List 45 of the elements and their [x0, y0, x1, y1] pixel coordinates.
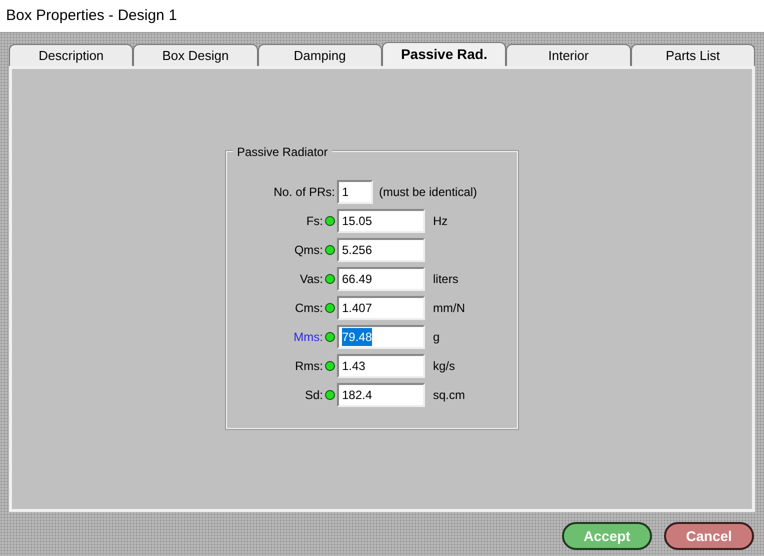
field-label: Vas:: [300, 271, 323, 288]
tab[interactable]: Passive Rad.: [382, 42, 506, 66]
field-value: 15.05: [342, 213, 372, 230]
tab[interactable]: Interior: [506, 44, 631, 66]
input-field[interactable]: 66.49: [337, 267, 425, 291]
input-field[interactable]: 1.43: [337, 354, 425, 378]
field-label: No. of PRs:: [274, 184, 335, 201]
field-value: 1: [342, 184, 349, 201]
field-label: Fs:: [306, 213, 323, 230]
window-title: Box Properties - Design 1: [6, 6, 177, 26]
field-value: 79.48: [342, 328, 372, 346]
status-led-icon: [325, 245, 335, 255]
field-label: Cms:: [295, 300, 323, 317]
tab[interactable]: Parts List: [630, 44, 755, 66]
unit-label: sq.cm: [433, 387, 466, 404]
input-field[interactable]: 5.256: [337, 238, 425, 262]
tab[interactable]: Description: [9, 44, 134, 66]
field-note: (must be identical): [379, 184, 478, 201]
field-label: Qms:: [294, 242, 323, 259]
status-led-icon: [325, 390, 335, 400]
field-value: 182.4: [342, 387, 372, 404]
field-value: 1.407: [342, 300, 372, 317]
field-value: 5.256: [342, 242, 372, 259]
unit-label: kg/s: [433, 358, 456, 375]
status-led-icon: [325, 216, 335, 226]
field-value: 1.43: [342, 358, 366, 375]
status-led-icon: [325, 332, 335, 342]
status-led-icon: [325, 361, 335, 371]
unit-label: g: [433, 329, 440, 346]
input-field[interactable]: 79.48: [337, 325, 425, 349]
field-label: Rms:: [295, 358, 323, 375]
tab[interactable]: Box Design: [133, 44, 258, 66]
field-label: Sd:: [304, 387, 323, 404]
field-value: 66.49: [342, 271, 372, 288]
input-field[interactable]: 15.05: [337, 209, 425, 233]
tab[interactable]: Damping: [258, 44, 382, 66]
input-field[interactable]: 182.4: [337, 383, 425, 407]
status-led-icon: [325, 274, 335, 284]
unit-label: mm/N: [433, 300, 465, 317]
unit-label: liters: [433, 271, 458, 288]
input-field[interactable]: 1.407: [337, 296, 425, 320]
input-field[interactable]: 1: [337, 180, 373, 204]
unit-label: Hz: [433, 213, 448, 230]
field-label: Mms:: [294, 329, 323, 346]
status-led-icon: [325, 303, 335, 313]
